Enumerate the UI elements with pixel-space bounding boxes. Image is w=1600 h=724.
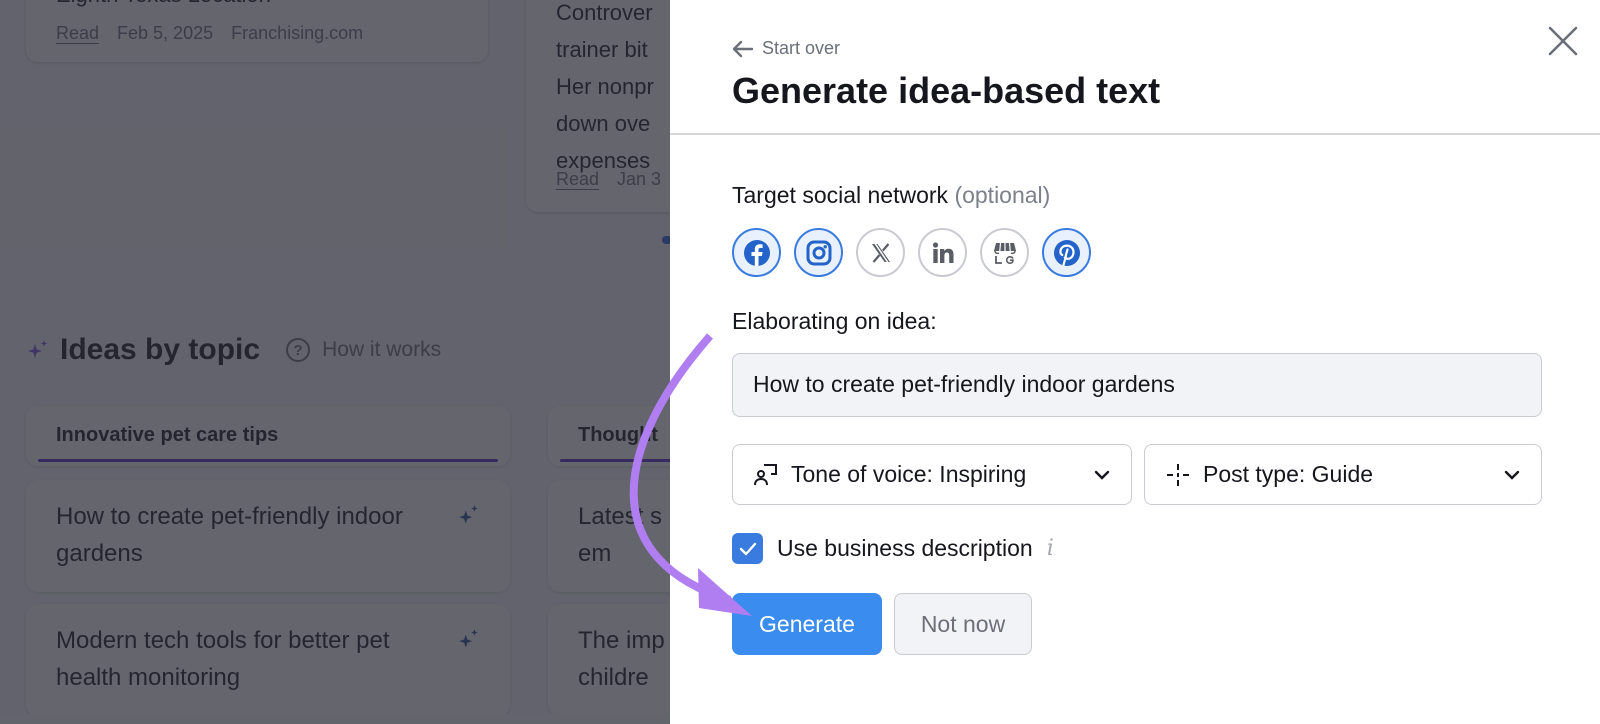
post-type-select-value: Post type: Guide: [1203, 461, 1374, 487]
post-type-icon: [1165, 462, 1191, 488]
news-date: Feb 5, 2025: [117, 23, 214, 43]
idea-text: Modern tech tools for better pet health …: [56, 627, 390, 691]
social-network-label: Target social network (optional): [732, 182, 1050, 209]
idea-card[interactable]: The imp childre: [548, 604, 670, 716]
idea-card[interactable]: How to create pet-friendly indoor garden…: [26, 480, 510, 592]
news-title-line: Controver: [556, 0, 653, 25]
topic-tab[interactable]: Thought: [548, 406, 670, 466]
x-icon: [871, 242, 890, 263]
how-it-works-label: How it works: [322, 338, 442, 361]
close-icon[interactable]: [1546, 24, 1580, 58]
use-business-description-checkbox[interactable]: [732, 533, 763, 564]
pinterest-icon: [1053, 239, 1080, 266]
use-business-description-label: Use business description: [777, 535, 1033, 561]
tone-select-value: Tone of voice: Inspiring: [791, 461, 1027, 487]
read-link[interactable]: Read: [556, 169, 599, 190]
sparkle-icon: [28, 340, 48, 358]
generate-panel: Start over Generate idea-based text Targ…: [670, 0, 1600, 724]
linkedin-icon: [932, 241, 953, 263]
social-instagram-toggle[interactable]: [794, 228, 843, 277]
arrow-left-icon: [732, 40, 754, 57]
idea-text: Latest s pet em: [578, 503, 670, 567]
idea-card[interactable]: Latest s pet em: [548, 480, 670, 592]
topic-label: Thought: [578, 424, 658, 446]
idea-input[interactable]: How to create pet-friendly indoor garden…: [732, 353, 1542, 417]
info-icon[interactable]: i: [1047, 536, 1054, 561]
topic-tab[interactable]: Innovative pet care tips: [26, 406, 510, 466]
social-google-business-toggle[interactable]: [980, 228, 1029, 277]
instagram-icon: [806, 240, 831, 265]
social-x-toggle[interactable]: [856, 228, 905, 277]
section-title: Ideas by topic: [60, 333, 261, 366]
idea-text: How to create pet-friendly indoor garden…: [56, 503, 403, 567]
carousel-dot-active[interactable]: [662, 236, 670, 244]
news-title: Controver trainer bit Her nonpr down ove…: [556, 0, 654, 179]
start-over-label: Start over: [762, 38, 841, 58]
topic-underline: [560, 459, 670, 462]
facebook-icon: [743, 239, 770, 266]
post-type-select[interactable]: Post type: Guide: [1144, 444, 1542, 505]
start-over-link[interactable]: Start over: [732, 38, 840, 59]
idea-card[interactable]: Modern tech tools for better pet health …: [26, 604, 510, 716]
news-card[interactable]: Controver trainer bit Her nonpr down ove…: [526, 0, 670, 212]
news-date: Jan 3: [617, 169, 662, 189]
generate-button[interactable]: Generate: [732, 593, 882, 655]
read-link[interactable]: Read: [56, 23, 99, 44]
idea-label: Elaborating on idea:: [732, 308, 937, 334]
news-card[interactable]: Eighth Texas Location Read Feb 5, 2025 F…: [26, 0, 488, 62]
ai-sparkle-icon[interactable]: [456, 626, 482, 652]
idea-text: The imp childre: [578, 627, 665, 691]
news-title: Eighth Texas Location: [56, 0, 271, 13]
section-header: Ideas by topic ? How it works: [26, 333, 441, 367]
not-now-button[interactable]: Not now: [894, 593, 1032, 655]
social-label-text: Target social network: [732, 182, 949, 208]
topic-label: Innovative pet care tips: [56, 424, 279, 446]
topic-underline: [38, 459, 498, 462]
checkmark-icon: [739, 542, 756, 555]
background-page: Eighth Texas Location Read Feb 5, 2025 F…: [0, 0, 670, 724]
news-title-line: down ove: [556, 111, 651, 136]
question-icon: ?: [286, 338, 311, 362]
chevron-down-icon: [1094, 470, 1110, 480]
optional-hint: (optional): [954, 182, 1051, 208]
chevron-down-icon: [1504, 470, 1520, 480]
social-linkedin-toggle[interactable]: [918, 228, 967, 277]
news-source: Franchising.com: [231, 23, 364, 43]
bottom-strip: [0, 714, 670, 724]
social-pinterest-toggle[interactable]: [1042, 228, 1091, 277]
ai-sparkle-icon[interactable]: [456, 502, 482, 528]
news-title-line: Her nonpr: [556, 74, 654, 99]
speaker-person-icon: [753, 462, 779, 488]
tone-of-voice-select[interactable]: Tone of voice: Inspiring: [732, 444, 1132, 505]
header-divider: [670, 133, 1600, 135]
panel-title: Generate idea-based text: [732, 70, 1161, 111]
google-business-icon: [993, 242, 1016, 264]
social-network-picker: [732, 228, 1091, 277]
how-it-works-link[interactable]: ? How it works: [286, 338, 441, 362]
use-business-description-row: Use business description i: [732, 533, 1054, 564]
social-facebook-toggle[interactable]: [732, 228, 781, 277]
news-title-line: trainer bit: [556, 37, 648, 62]
